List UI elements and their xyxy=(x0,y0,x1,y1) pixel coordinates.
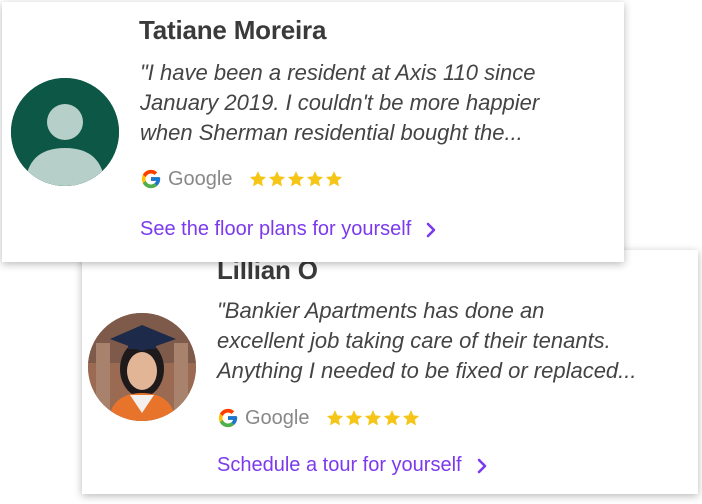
review-quote: "I have been a resident at Axis 110 sinc… xyxy=(140,58,539,148)
review-quote-line: "Bankier Apartments has done an xyxy=(217,298,545,323)
cta-label: See the floor plans for yourself xyxy=(140,218,412,240)
star-icon xyxy=(383,410,400,426)
star-icon xyxy=(325,171,342,187)
star-icon xyxy=(268,171,285,187)
star-icon xyxy=(249,171,266,187)
review-card-tatiane: Tatiane Moreira "I have been a resident … xyxy=(2,2,624,262)
review-quote-line: "I have been a resident at Axis 110 sinc… xyxy=(140,60,536,85)
source-label: Google xyxy=(245,406,310,429)
star-icon xyxy=(402,410,419,426)
schedule-tour-link[interactable]: Schedule a tour for yourself xyxy=(217,454,488,477)
star-icon xyxy=(287,171,304,187)
star-icon xyxy=(364,410,381,426)
review-quote-line: when Sherman residential bought the... xyxy=(140,120,523,145)
review-quote-line: January 2019. I couldn't be more happier xyxy=(140,90,540,115)
star-rating xyxy=(249,170,343,188)
chevron-right-icon xyxy=(426,222,436,237)
star-rating xyxy=(326,409,420,427)
cta-label: Schedule a tour for yourself xyxy=(217,454,462,476)
star-icon xyxy=(306,171,323,187)
reviewer-name: Tatiane Moreira xyxy=(139,15,327,45)
default-avatar xyxy=(11,78,119,186)
see-floor-plans-link[interactable]: See the floor plans for yourself xyxy=(140,218,437,241)
default-person-icon xyxy=(11,78,119,186)
review-quote-line: Anything I needed to be fixed or replace… xyxy=(217,358,637,383)
google-icon xyxy=(141,169,161,189)
review-quote: "Bankier Apartments has done an excellen… xyxy=(217,296,637,386)
reviewer-photo-avatar xyxy=(88,313,196,421)
google-icon xyxy=(218,408,238,428)
star-icon xyxy=(345,410,362,426)
review-source: Google xyxy=(217,405,420,431)
source-label: Google xyxy=(168,167,233,190)
review-quote-line: excellent job taking care of their tenan… xyxy=(217,328,611,353)
review-source: Google xyxy=(140,166,343,192)
star-icon xyxy=(326,410,343,426)
review-card-lillian: Lillian O "Bankier Apartments has done a… xyxy=(82,250,698,494)
chevron-right-icon xyxy=(477,458,486,473)
